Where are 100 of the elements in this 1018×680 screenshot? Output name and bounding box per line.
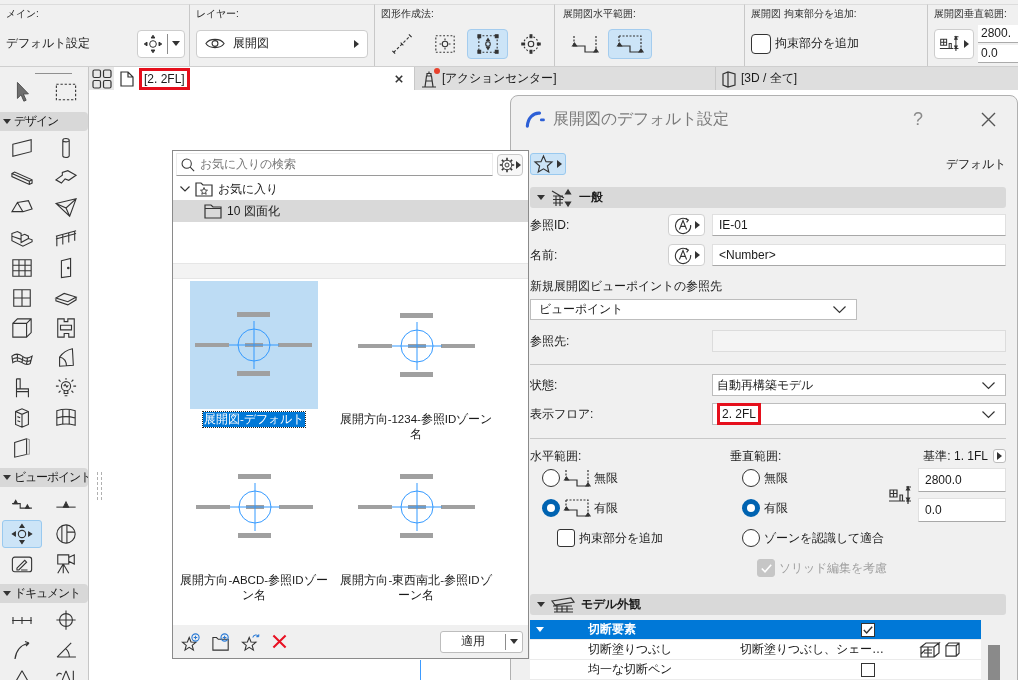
section-label: 図形作成法: — [381, 7, 434, 21]
radio-button[interactable] — [542, 469, 560, 487]
checkbox-label: 拘束部分を追加 — [775, 35, 859, 52]
triangle-right-icon — [997, 452, 1002, 460]
cube-icon — [722, 70, 736, 87]
search-icon — [181, 157, 195, 172]
elevation-symbol-thumbnail[interactable] — [357, 313, 475, 377]
tree-item[interactable]: 10 図面化 — [173, 200, 528, 222]
arc-arrow-icon — [14, 640, 30, 660]
property-name: 均一な切断ペン — [588, 661, 673, 678]
angle-icon — [55, 642, 77, 658]
caret-icon — [3, 119, 11, 124]
field-label: 状態: — [530, 376, 559, 394]
lighthouse-icon — [421, 69, 437, 88]
settings-button[interactable] — [497, 153, 523, 176]
gear-icon — [499, 156, 515, 173]
section-header[interactable]: モデル外観 — [530, 594, 1006, 615]
dialog-title: 展開図のデフォルト設定 — [553, 108, 729, 129]
star-plus-icon — [182, 632, 200, 651]
radio-label: 無限 — [764, 469, 788, 487]
a-circle-icon — [673, 246, 692, 264]
range-button[interactable] — [608, 28, 652, 59]
arc-logo-icon — [525, 110, 545, 128]
favorite-name[interactable]: 展開方向-1234-参照IDゾーン名 — [336, 412, 496, 442]
reference-level-button[interactable] — [993, 449, 1006, 463]
property-row[interactable]: 切断塗りつぶし 切断塗りつぶし、シェー… — [530, 640, 981, 660]
height-field[interactable]: 2800.0 — [918, 468, 1006, 492]
closed-range-icon — [617, 33, 643, 54]
thin-panel-icon — [11, 437, 33, 459]
chevron-down-icon — [982, 410, 995, 418]
auto-text-button[interactable] — [668, 244, 705, 266]
close-icon — [395, 74, 403, 83]
field-label: 名前: — [530, 246, 559, 264]
height-field[interactable]: 0.0 — [978, 44, 1018, 63]
close-tab-button[interactable] — [393, 72, 405, 85]
text-field[interactable]: <Number> — [712, 244, 1006, 266]
height-field[interactable]: 2800. — [978, 24, 1018, 43]
text-field[interactable]: IE-01 — [712, 214, 1006, 236]
close-button[interactable] — [981, 111, 996, 127]
layer-dropdown[interactable]: 展開図 — [196, 29, 368, 58]
checkmark-icon — [863, 625, 873, 634]
update-favorite-button[interactable] — [242, 632, 260, 651]
section-header[interactable]: 一般 — [530, 187, 1006, 208]
elevation-symbol-thumbnail[interactable] — [190, 281, 318, 409]
search-field[interactable]: お気に入りの検索 — [176, 153, 493, 176]
favorites-button[interactable] — [530, 153, 566, 175]
camera-tripod-icon — [55, 553, 77, 575]
building-height-icon — [939, 34, 961, 53]
method-button[interactable] — [467, 28, 508, 59]
dashed-rectangle-icon — [55, 81, 77, 103]
tree-item[interactable]: お気に入り — [173, 178, 528, 200]
apply-button[interactable]: 適用 — [440, 630, 523, 653]
dock-grip[interactable] — [97, 472, 102, 500]
section-label: 展開図 拘束部分を追加: — [751, 7, 857, 21]
field-label: 表示フロア: — [530, 405, 595, 423]
new-favorite-button[interactable] — [182, 632, 200, 651]
checkbox[interactable] — [861, 662, 875, 677]
dropdown[interactable]: ビューポイント — [530, 299, 857, 320]
tab[interactable]: [3D / 全て] — [716, 67, 1018, 90]
height-field[interactable]: 0.0 — [918, 498, 1006, 522]
caret-icon — [3, 475, 11, 480]
caret-icon — [536, 627, 544, 632]
checkbox[interactable] — [557, 529, 575, 547]
property-row[interactable]: 切断要素 — [530, 620, 981, 640]
radio-button[interactable] — [742, 499, 760, 517]
radio-button[interactable] — [742, 469, 760, 487]
toolbox-section-header[interactable]: ビューポイント — [0, 468, 88, 487]
elevation-symbol-thumbnail[interactable] — [195, 474, 313, 538]
dropdown[interactable]: 2. 2FL — [712, 403, 1006, 425]
favorite-name[interactable]: 展開図-デフォルト — [203, 412, 305, 427]
checkbox[interactable] — [751, 33, 771, 54]
toolbox-section-header[interactable]: デザイン — [0, 112, 88, 131]
dropdown[interactable]: 自動再構築モデル — [712, 374, 1006, 396]
building-height-icon — [888, 484, 914, 506]
tool-button[interactable] — [2, 520, 42, 548]
elevation-symbol-thumbnail[interactable] — [357, 474, 475, 538]
toolbox-section-header[interactable]: ドキュメント — [0, 584, 88, 603]
a-circle-icon — [673, 216, 692, 234]
favorite-name[interactable]: 展開方向-ABCD-参照IDゾーン名 — [174, 573, 334, 603]
favorite-name[interactable]: 展開方向-東西南北-参照IDゾーン名 — [336, 573, 496, 603]
caret-icon — [172, 41, 180, 46]
new-folder-button[interactable] — [212, 632, 230, 651]
radio-button[interactable] — [742, 529, 760, 547]
section-label: レイヤー: — [196, 7, 239, 21]
tab[interactable]: [アクションセンター] — [415, 67, 716, 90]
pencil-document-icon — [11, 553, 33, 575]
tool-settings-button[interactable] — [137, 29, 185, 58]
setting-name: デフォルト設定 — [6, 35, 90, 52]
auto-text-button[interactable] — [668, 214, 705, 236]
delete-button[interactable] — [272, 634, 287, 649]
checkbox[interactable] — [861, 622, 875, 637]
caret-icon — [510, 639, 518, 644]
property-row[interactable]: 均一な切断ペン — [530, 660, 981, 680]
checkbox-label: 拘束部分を追加 — [579, 529, 663, 547]
tab[interactable]: [2. 2FL] — [114, 67, 415, 90]
radio-button[interactable] — [542, 499, 560, 517]
curved-grid-icon — [55, 407, 77, 429]
view-grid-button[interactable] — [89, 67, 114, 90]
height-range-button[interactable] — [934, 28, 974, 59]
window-icon — [11, 287, 33, 309]
